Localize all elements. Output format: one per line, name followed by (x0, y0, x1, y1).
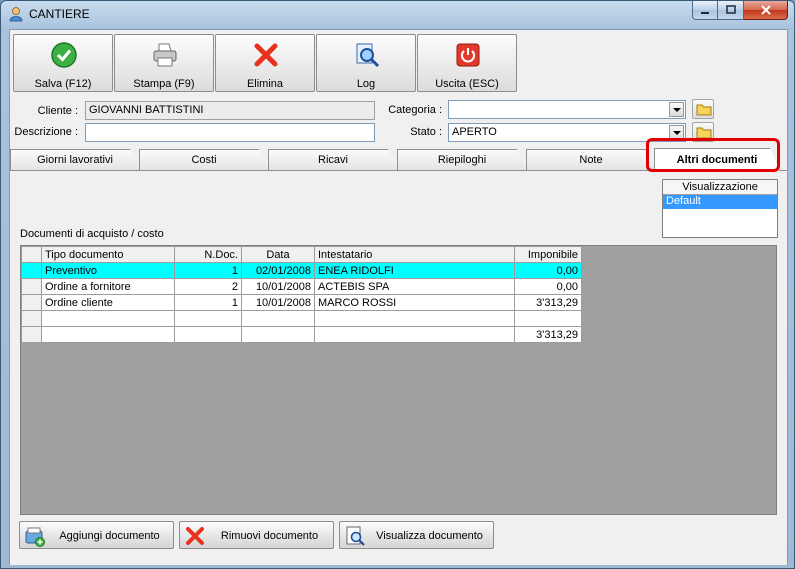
cell-tipo: Ordine a fornitore (41, 278, 175, 295)
log-button[interactable]: Log (316, 34, 416, 92)
column-header[interactable]: Data (241, 246, 315, 263)
tab-riepiloghi[interactable]: Riepiloghi (397, 149, 527, 170)
add-document-label: Aggiungi documento (59, 530, 160, 542)
magnifier-document-icon (346, 526, 365, 546)
cell-intestatario: MARCO ROSSI (314, 294, 515, 311)
total-imponibile: 3'313,29 (514, 326, 582, 343)
visualizzazione-list[interactable]: Visualizzazione Default (662, 179, 778, 238)
row-indicator[interactable] (21, 294, 42, 311)
cell-data: 10/01/2008 (241, 294, 315, 311)
exit-button[interactable]: Uscita (ESC) (417, 34, 517, 92)
delete-label: Elimina (246, 78, 284, 90)
tab-costi[interactable]: Costi (139, 149, 269, 170)
column-header[interactable]: N.Doc. (174, 246, 242, 263)
log-label: Log (356, 78, 376, 90)
delete-button[interactable]: Elimina (215, 34, 315, 92)
categoria-select[interactable] (448, 100, 686, 119)
title-bar[interactable]: CANTIERE (1, 1, 794, 27)
visualizzazione-item-default[interactable]: Default (663, 195, 777, 209)
toolbar: Salva (F12) Stampa (F9) Elimina Log Usci… (13, 34, 518, 92)
maximize-icon (725, 5, 736, 14)
magnifier-document-icon (356, 43, 380, 68)
table-row[interactable]: Preventivo 1 02/01/2008 ENEA RIDOLFI 0,0… (21, 262, 582, 279)
bottom-actions: Aggiungi documento Rimuovi documento Vis… (19, 521, 499, 549)
tab-note[interactable]: Note (526, 149, 656, 170)
row-indicator[interactable] (21, 262, 42, 279)
folder-icon (696, 104, 712, 116)
cell-tipo: Preventivo (41, 262, 175, 279)
window-title: CANTIERE (29, 7, 90, 21)
app-window: CANTIERE Salva (F12) Stampa (F9) Elimina… (0, 0, 795, 569)
cell-imponibile: 0,00 (514, 278, 582, 295)
tab-giorni-lavorativi[interactable]: Giorni lavorativi (10, 149, 140, 170)
view-document-label: Visualizza documento (376, 530, 483, 542)
cliente-field[interactable]: GIOVANNI BATTISTINI (85, 101, 375, 120)
table-total-row: 3'313,29 (21, 326, 582, 343)
descrizione-field[interactable] (85, 123, 375, 142)
documents-grid[interactable]: Tipo documento N.Doc. Data Intestatario … (20, 245, 777, 515)
cell-ndoc: 1 (174, 294, 242, 311)
row-indicator-header (21, 246, 42, 263)
exit-label: Uscita (ESC) (435, 78, 499, 90)
save-label: Salva (F12) (34, 78, 92, 90)
cell-imponibile: 3'313,29 (514, 294, 582, 311)
tab-ricavi[interactable]: Ricavi (268, 149, 398, 170)
add-document-button[interactable]: Aggiungi documento (19, 521, 174, 549)
row-indicator[interactable] (21, 278, 42, 295)
cell-intestatario: ACTEBIS SPA (314, 278, 515, 295)
table-new-row[interactable] (21, 310, 582, 327)
cell-intestatario: ENEA RIDOLFI (314, 262, 515, 279)
column-header[interactable]: Tipo documento (41, 246, 175, 263)
annotation-highlight (646, 138, 780, 172)
minimize-button[interactable] (692, 1, 718, 20)
column-header[interactable]: Imponibile (514, 246, 582, 263)
client-area: Salva (F12) Stampa (F9) Elimina Log Usci… (9, 29, 788, 565)
cell-ndoc: 2 (174, 278, 242, 295)
column-header[interactable]: Intestatario (314, 246, 515, 263)
grid-caption: Documenti di acquisto / costo (20, 228, 164, 240)
table-header-row: Tipo documento N.Doc. Data Intestatario … (21, 246, 582, 263)
table-row[interactable]: Ordine a fornitore 2 10/01/2008 ACTEBIS … (21, 278, 582, 295)
minimize-icon (701, 12, 709, 14)
remove-document-button[interactable]: Rimuovi documento (179, 521, 334, 549)
print-button[interactable]: Stampa (F9) (114, 34, 214, 92)
documents-table: Tipo documento N.Doc. Data Intestatario … (21, 246, 582, 343)
checkmark-icon (51, 42, 77, 68)
cell-imponibile: 0,00 (514, 262, 582, 279)
row-indicator[interactable] (21, 310, 42, 327)
stato-value: APERTO (452, 126, 497, 138)
table-row[interactable]: Ordine cliente 1 10/01/2008 MARCO ROSSI … (21, 294, 582, 311)
user-icon (9, 7, 23, 22)
cell-data: 02/01/2008 (241, 262, 315, 279)
print-label: Stampa (F9) (133, 78, 195, 90)
cell-data: 10/01/2008 (241, 278, 315, 295)
close-icon (760, 5, 771, 15)
power-icon (456, 43, 480, 67)
cell-tipo: Ordine cliente (41, 294, 175, 311)
view-document-button[interactable]: Visualizza documento (339, 521, 494, 549)
red-x-icon (186, 527, 204, 545)
close-button[interactable] (744, 1, 788, 20)
printer-icon (153, 43, 177, 67)
categoria-folder-button[interactable] (692, 99, 714, 119)
cliente-label: Cliente : (37, 105, 78, 117)
stato-label: Stato : (410, 126, 442, 138)
categoria-dropdown-button[interactable] (669, 102, 684, 117)
descrizione-label: Descrizione : (14, 126, 78, 138)
maximize-button[interactable] (718, 1, 744, 20)
red-x-icon (254, 43, 278, 67)
remove-document-label: Rimuovi documento (220, 530, 319, 542)
categoria-label: Categoria : (388, 104, 442, 116)
save-button[interactable]: Salva (F12) (13, 34, 113, 92)
cell-ndoc: 1 (174, 262, 242, 279)
add-document-icon (25, 527, 45, 547)
visualizzazione-header: Visualizzazione (663, 180, 777, 195)
